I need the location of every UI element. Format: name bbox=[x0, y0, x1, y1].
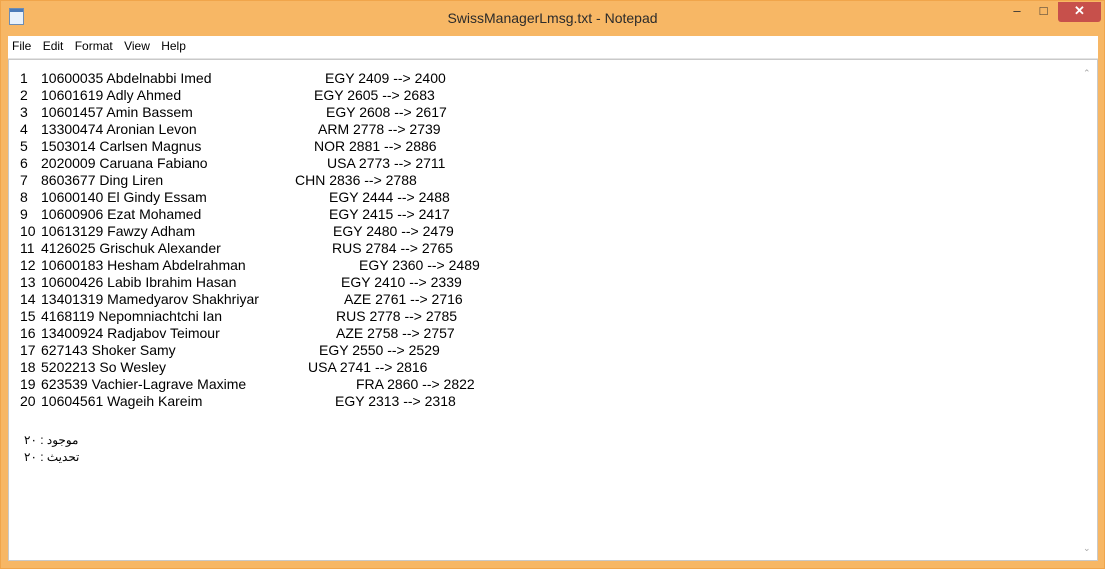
text-content[interactable]: 1 10600035 Abdelnabbi Imed EGY 2409 --> 24… bbox=[14, 65, 1074, 555]
line-number: 17 bbox=[20, 342, 36, 358]
text-editor[interactable]: 1 10600035 Abdelnabbi Imed EGY 2409 --> 24… bbox=[8, 59, 1098, 561]
menu-edit[interactable]: Edit bbox=[39, 36, 68, 53]
menu-format[interactable]: Format bbox=[71, 36, 117, 53]
player-id-name: 623539 Vachier-Lagrave Maxime bbox=[41, 376, 247, 392]
minimize-button[interactable]: – bbox=[1004, 2, 1030, 22]
window-title: SwissManagerLmsg.txt - Notepad bbox=[447, 10, 658, 26]
player-id-name: 13401319 Mamedyarov Shakhriyar bbox=[41, 291, 259, 307]
player-rating-change: EGY 2313 --> 2318 bbox=[335, 393, 456, 409]
player-id-name: 2020009 Caruana Fabiano bbox=[41, 155, 208, 171]
line-number: 2 bbox=[20, 87, 28, 103]
line-number: 16 bbox=[20, 325, 36, 341]
player-rating-change: USA 2741 --> 2816 bbox=[308, 359, 428, 375]
line-number: 18 bbox=[20, 359, 36, 375]
line-number: 7 bbox=[20, 172, 28, 188]
line-number: 4 bbox=[20, 121, 28, 137]
close-button[interactable]: ✕ bbox=[1058, 2, 1101, 22]
player-id-name: 10601457 Amin Bassem bbox=[41, 104, 193, 120]
summary-found-line: موجود : ٢٠ bbox=[24, 433, 79, 447]
summary-updated-line: تحديث : ٢٠ bbox=[24, 450, 80, 464]
line-number: 12 bbox=[20, 257, 36, 273]
line-number: 6 bbox=[20, 155, 28, 171]
menu-file[interactable]: File bbox=[8, 36, 35, 53]
player-rating-change: EGY 2480 --> 2479 bbox=[333, 223, 454, 239]
player-id-name: 10600906 Ezat Mohamed bbox=[41, 206, 202, 222]
player-rating-change: RUS 2778 --> 2785 bbox=[336, 308, 458, 324]
player-rating-change: EGY 2608 --> 2617 bbox=[326, 104, 447, 120]
player-id-name: 5202213 So Wesley bbox=[41, 359, 167, 375]
player-rating-change: EGY 2550 --> 2529 bbox=[319, 342, 440, 358]
player-rating-change: RUS 2784 --> 2765 bbox=[332, 240, 454, 256]
line-number: 19 bbox=[20, 376, 36, 392]
line-number: 15 bbox=[20, 308, 36, 324]
player-rating-change: EGY 2415 --> 2417 bbox=[329, 206, 450, 222]
player-rating-change: AZE 2761 --> 2716 bbox=[344, 291, 463, 307]
line-number: 11 bbox=[20, 240, 35, 256]
player-id-name: 1503014 Carlsen Magnus bbox=[41, 138, 202, 154]
player-rating-change: EGY 2360 --> 2489 bbox=[359, 257, 480, 273]
player-id-name: 10601619 Adly Ahmed bbox=[41, 87, 182, 103]
line-number: 20 bbox=[20, 393, 36, 409]
player-rating-change: EGY 2410 --> 2339 bbox=[341, 274, 462, 290]
line-number: 14 bbox=[20, 291, 36, 307]
line-number: 13 bbox=[20, 274, 36, 290]
title-bar[interactable]: SwissManagerLmsg.txt - Notepad – □ ✕ bbox=[1, 1, 1104, 36]
line-number: 10 bbox=[20, 223, 36, 239]
player-rating-change: AZE 2758 --> 2757 bbox=[336, 325, 455, 341]
player-rating-change: USA 2773 --> 2711 bbox=[327, 155, 446, 171]
player-id-name: 10600183 Hesham Abdelrahman bbox=[41, 257, 246, 273]
player-id-name: 10600035 Abdelnabbi Imed bbox=[41, 70, 212, 86]
player-rating-change: FRA 2860 --> 2822 bbox=[356, 376, 475, 392]
player-id-name: 10613129 Fawzy Adham bbox=[41, 223, 196, 239]
player-id-name: 4126025 Grischuk Alexander bbox=[41, 240, 221, 256]
vertical-scrollbar[interactable]: ⌃ ⌄ bbox=[1079, 61, 1096, 559]
player-rating-change: EGY 2605 --> 2683 bbox=[314, 87, 435, 103]
player-id-name: 627143 Shoker Samy bbox=[41, 342, 176, 358]
player-rating-change: EGY 2409 --> 2400 bbox=[325, 70, 446, 86]
line-number: 9 bbox=[20, 206, 28, 222]
player-id-name: 13300474 Aronian Levon bbox=[41, 121, 197, 137]
player-id-name: 8603677 Ding Liren bbox=[41, 172, 164, 188]
player-rating-change: CHN 2836 --> 2788 bbox=[295, 172, 417, 188]
line-number: 8 bbox=[20, 189, 28, 205]
player-rating-change: EGY 2444 --> 2488 bbox=[329, 189, 450, 205]
menu-bar: File Edit Format View Help bbox=[8, 36, 1098, 59]
player-id-name: 10600140 El Gindy Essam bbox=[41, 189, 207, 205]
notepad-window: SwissManagerLmsg.txt - Notepad – □ ✕ Fil… bbox=[0, 0, 1105, 569]
player-id-name: 10600426 Labib Ibrahim Hasan bbox=[41, 274, 237, 290]
scroll-down-arrow-icon[interactable]: ⌄ bbox=[1083, 543, 1091, 554]
player-rating-change: NOR 2881 --> 2886 bbox=[314, 138, 437, 154]
line-number: 5 bbox=[20, 138, 28, 154]
line-number: 1 bbox=[20, 70, 28, 86]
menu-view[interactable]: View bbox=[120, 36, 154, 53]
player-id-name: 10604561 Wageih Kareim bbox=[41, 393, 203, 409]
maximize-button[interactable]: □ bbox=[1030, 2, 1057, 22]
player-id-name: 13400924 Radjabov Teimour bbox=[41, 325, 220, 341]
line-number: 3 bbox=[20, 104, 28, 120]
player-id-name: 4168119 Nepomniachtchi Ian bbox=[41, 308, 223, 324]
menu-help[interactable]: Help bbox=[157, 36, 190, 53]
player-rating-change: ARM 2778 --> 2739 bbox=[318, 121, 441, 137]
scroll-up-arrow-icon[interactable]: ⌃ bbox=[1083, 68, 1091, 79]
